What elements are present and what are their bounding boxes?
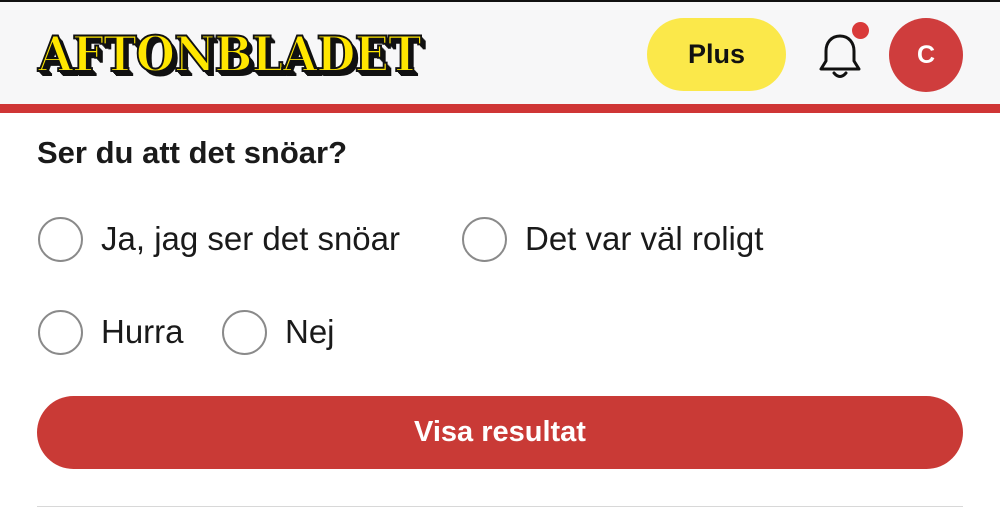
poll-option-2[interactable]: Det var väl roligt (462, 215, 763, 263)
notification-badge (852, 22, 869, 39)
poll-option-1[interactable]: Ja, jag ser det snöar (38, 215, 400, 263)
poll-option-4[interactable]: Nej (222, 308, 335, 356)
site-header: AFTONBLADET Plus C (0, 0, 1000, 104)
show-results-button[interactable]: Visa resultat (37, 396, 963, 469)
radio-button[interactable] (462, 216, 507, 262)
poll-option-3[interactable]: Hurra (38, 308, 184, 356)
poll-option-label: Nej (285, 313, 335, 350)
aftonbladet-logo[interactable]: AFTONBLADET (37, 25, 422, 83)
plus-button[interactable]: Plus (647, 18, 786, 91)
section-divider (37, 506, 963, 507)
radio-button[interactable] (38, 216, 83, 262)
radio-button[interactable] (38, 309, 83, 355)
header-red-rule (0, 104, 1000, 113)
poll-option-label: Det var väl roligt (525, 220, 764, 257)
user-avatar[interactable]: C (889, 18, 963, 92)
poll-option-label: Hurra (101, 313, 184, 350)
poll-question: Ser du att det snöar? (37, 135, 348, 170)
poll-option-label: Ja, jag ser det snöar (101, 220, 400, 257)
radio-button[interactable] (222, 309, 267, 355)
